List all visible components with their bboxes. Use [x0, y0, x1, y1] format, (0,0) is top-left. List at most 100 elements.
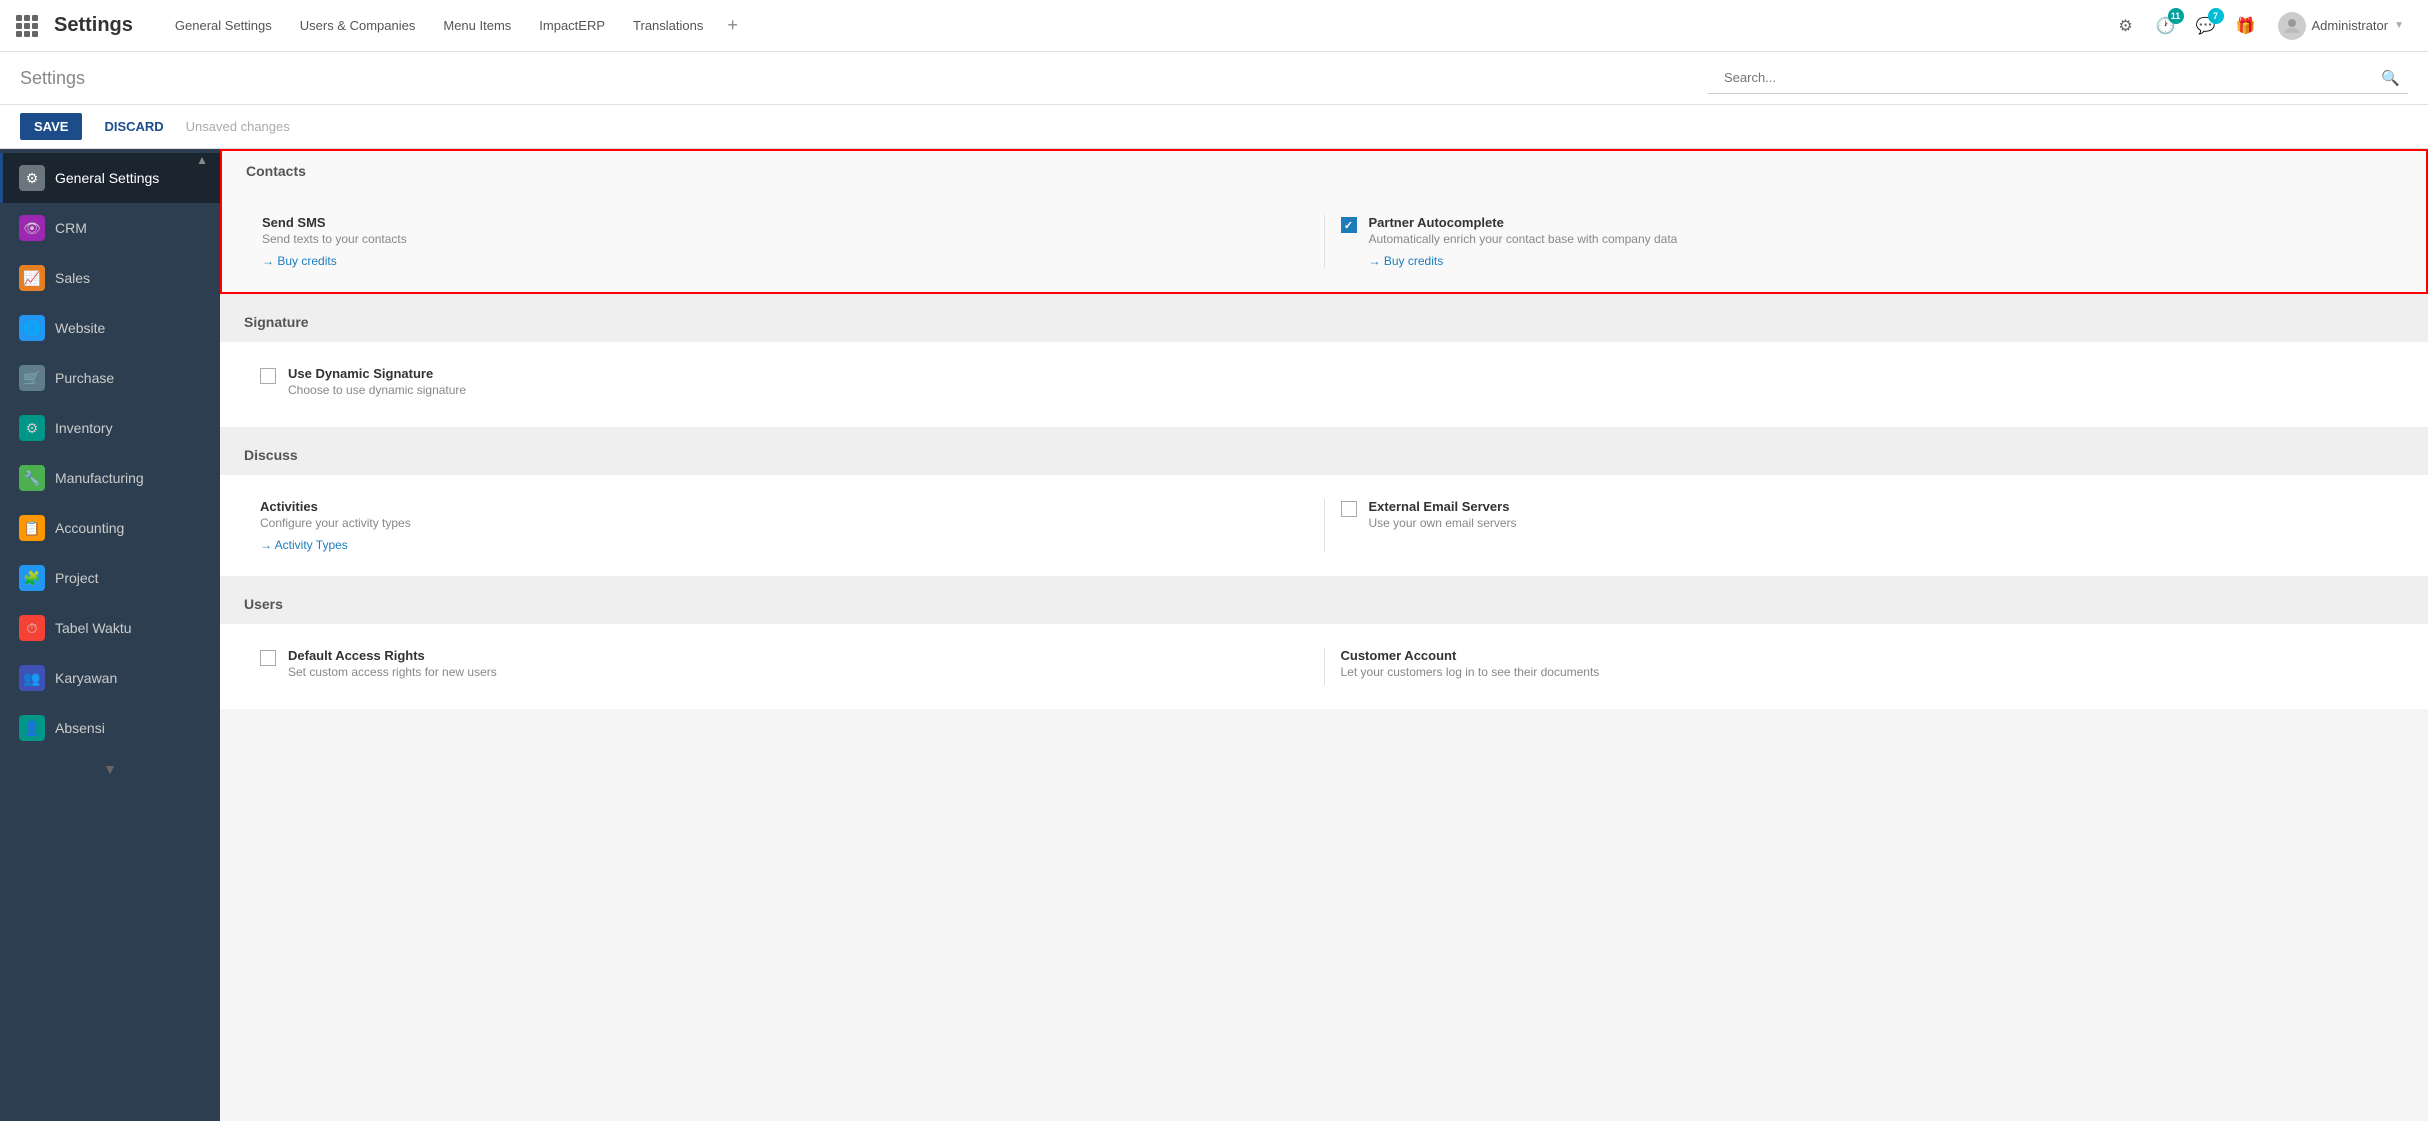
- action-bar: SAVE DISCARD Unsaved changes: [0, 105, 2428, 149]
- sidebar-item-absensi[interactable]: 👤 Absensi: [0, 703, 220, 753]
- content-area: Contacts Send SMS Send texts to your con…: [220, 149, 2428, 1121]
- nav-menu: General Settings Users & Companies Menu …: [161, 0, 2102, 52]
- signature-section: Signature Use Dynamic Signature Choose t…: [220, 302, 2428, 427]
- sidebar-item-purchase[interactable]: 🛒 Purchase: [0, 353, 220, 403]
- sidebar-icon-absensi: 👤: [19, 715, 45, 741]
- external-email-title: External Email Servers: [1369, 499, 2389, 514]
- discuss-section-header: Discuss: [220, 435, 2428, 475]
- dynamic-signature-checkbox[interactable]: [260, 368, 276, 384]
- external-email-checkbox[interactable]: [1341, 501, 1357, 517]
- apps-grid-icon[interactable]: [16, 15, 38, 37]
- send-sms-link[interactable]: → Buy credits: [262, 254, 337, 268]
- sidebar-label-purchase: Purchase: [55, 370, 114, 386]
- contacts-section-body: Send SMS Send texts to your contacts → B…: [222, 191, 2426, 292]
- signature-row: Use Dynamic Signature Choose to use dyna…: [244, 358, 2404, 411]
- external-email-desc: Use your own email servers: [1369, 516, 2389, 530]
- customer-account-content: Customer Account Let your customers log …: [1341, 648, 2389, 685]
- sidebar-item-manufacturing[interactable]: 🔧 Manufacturing: [0, 453, 220, 503]
- chat-icon-btn[interactable]: 💬 7: [2190, 10, 2222, 42]
- default-access-content: Default Access Rights Set custom access …: [288, 648, 1308, 685]
- sidebar-icon-project: 🧩: [19, 565, 45, 591]
- sidebar-item-website[interactable]: 🌐 Website: [0, 303, 220, 353]
- spacer-3: [220, 576, 2428, 584]
- dynamic-signature-title: Use Dynamic Signature: [288, 366, 2388, 381]
- sidebar-item-sales[interactable]: 📈 Sales: [0, 253, 220, 303]
- sidebar-item-karyawan[interactable]: 👥 Karyawan: [0, 653, 220, 703]
- sidebar: ▲ ⚙ General Settings 👁 CRM 📈 Sales 🌐 Web…: [0, 149, 220, 1121]
- dynamic-signature-desc: Choose to use dynamic signature: [288, 383, 2388, 397]
- sidebar-label-accounting: Accounting: [55, 520, 124, 536]
- chat-badge: 7: [2208, 8, 2224, 24]
- sidebar-item-inventory[interactable]: ⚙ Inventory: [0, 403, 220, 453]
- signature-section-header: Signature: [220, 302, 2428, 342]
- sidebar-scroll-down[interactable]: ▼: [0, 753, 220, 785]
- activities-col: Activities Configure your activity types…: [244, 499, 1325, 552]
- clock-badge: 11: [2168, 8, 2184, 24]
- sidebar-icon-accounting: 📋: [19, 515, 45, 541]
- sidebar-item-project[interactable]: 🧩 Project: [0, 553, 220, 603]
- contacts-section-header: Contacts: [222, 151, 2426, 191]
- nav-item-impacterp[interactable]: ImpactERP: [525, 0, 619, 52]
- unsaved-label: Unsaved changes: [186, 119, 290, 134]
- sidebar-icon-purchase: 🛒: [19, 365, 45, 391]
- customer-account-title: Customer Account: [1341, 648, 2389, 663]
- partner-autocomplete-checkbox[interactable]: [1341, 217, 1357, 233]
- signature-section-body: Use Dynamic Signature Choose to use dyna…: [220, 342, 2428, 427]
- sidebar-label-tabel-waktu: Tabel Waktu: [55, 620, 132, 636]
- search-icon[interactable]: 🔍: [2381, 69, 2400, 87]
- send-sms-title: Send SMS: [262, 215, 1308, 230]
- send-sms-col: Send SMS Send texts to your contacts → B…: [246, 215, 1325, 268]
- discuss-section: Discuss Activities Configure your activi…: [220, 435, 2428, 576]
- partner-autocomplete-desc: Automatically enrich your contact base w…: [1369, 232, 2387, 246]
- send-sms-desc: Send texts to your contacts: [262, 232, 1308, 246]
- user-menu[interactable]: Administrator ▼: [2270, 12, 2412, 40]
- avatar: [2278, 12, 2306, 40]
- nav-item-general-settings[interactable]: General Settings: [161, 0, 286, 52]
- activities-link[interactable]: → Activity Types: [260, 538, 348, 552]
- spacer-2: [220, 427, 2428, 435]
- gift-icon: 🎁: [2236, 16, 2256, 36]
- nav-right: ⚙ 🕐 11 💬 7 🎁 Administrator ▼: [2110, 10, 2412, 42]
- default-access-desc: Set custom access rights for new users: [288, 665, 1308, 679]
- default-access-col: Default Access Rights Set custom access …: [244, 648, 1325, 685]
- sidebar-label-crm: CRM: [55, 220, 87, 236]
- partner-autocomplete-link[interactable]: → Buy credits: [1369, 254, 1444, 268]
- users-row: Default Access Rights Set custom access …: [244, 640, 2404, 693]
- app-title: Settings: [54, 14, 133, 37]
- sidebar-icon-crm: 👁: [19, 215, 45, 241]
- send-sms-content: Send SMS Send texts to your contacts → B…: [262, 215, 1308, 268]
- sidebar-icon-tabel-waktu: ⏱: [19, 615, 45, 641]
- search-bar: 🔍: [1708, 62, 2408, 94]
- sidebar-item-tabel-waktu[interactable]: ⏱ Tabel Waktu: [0, 603, 220, 653]
- sidebar-up-arrow[interactable]: ▲: [192, 149, 212, 171]
- nav-item-menu-items[interactable]: Menu Items: [429, 0, 525, 52]
- partner-autocomplete-content: Partner Autocomplete Automatically enric…: [1369, 215, 2387, 268]
- dropdown-arrow: ▼: [2394, 20, 2404, 31]
- main-layout: ▲ ⚙ General Settings 👁 CRM 📈 Sales 🌐 Web…: [0, 149, 2428, 1121]
- nav-item-translations[interactable]: Translations: [619, 0, 717, 52]
- external-email-content: External Email Servers Use your own emai…: [1369, 499, 2389, 536]
- sidebar-item-accounting[interactable]: 📋 Accounting: [0, 503, 220, 553]
- discard-button[interactable]: DISCARD: [90, 113, 177, 140]
- clock-icon-btn[interactable]: 🕐 11: [2150, 10, 2182, 42]
- nav-plus-button[interactable]: +: [717, 0, 748, 52]
- search-input[interactable]: [1716, 66, 2381, 89]
- discuss-row: Activities Configure your activity types…: [244, 491, 2404, 560]
- sidebar-label-sales: Sales: [55, 270, 90, 286]
- sub-header: Settings 🔍: [0, 52, 2428, 105]
- default-access-checkbox[interactable]: [260, 650, 276, 666]
- sidebar-label-project: Project: [55, 570, 99, 586]
- sidebar-label-website: Website: [55, 320, 105, 336]
- customer-account-col: Customer Account Let your customers log …: [1325, 648, 2405, 685]
- save-button[interactable]: SAVE: [20, 113, 82, 140]
- external-email-col: External Email Servers Use your own emai…: [1325, 499, 2405, 552]
- sidebar-item-general-settings[interactable]: ⚙ General Settings: [0, 153, 220, 203]
- default-access-title: Default Access Rights: [288, 648, 1308, 663]
- sidebar-icon-inventory: ⚙: [19, 415, 45, 441]
- sidebar-item-crm[interactable]: 👁 CRM: [0, 203, 220, 253]
- gear-icon: ⚙: [2118, 16, 2132, 36]
- gift-icon-btn[interactable]: 🎁: [2230, 10, 2262, 42]
- nav-item-users-companies[interactable]: Users & Companies: [286, 0, 430, 52]
- settings-icon-btn[interactable]: ⚙: [2110, 10, 2142, 42]
- partner-autocomplete-title: Partner Autocomplete: [1369, 215, 2387, 230]
